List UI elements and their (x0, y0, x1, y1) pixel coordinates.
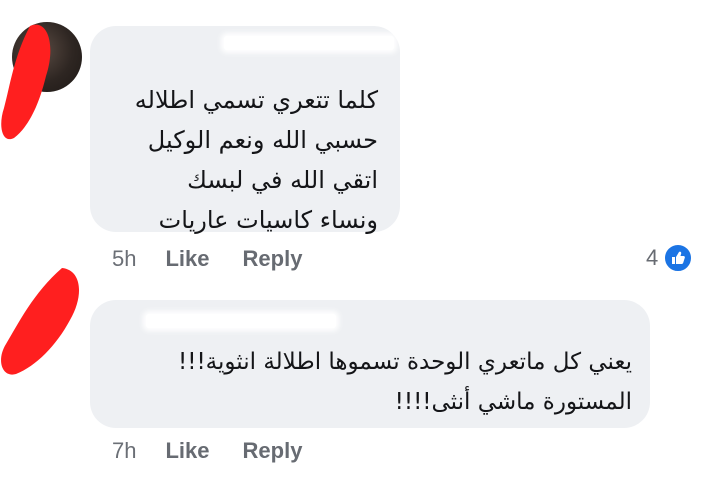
reaction-count: 4 (646, 245, 659, 270)
like-thumb-icon (663, 243, 694, 273)
reaction-summary[interactable]: 4 (646, 243, 694, 273)
redaction-mark (1, 24, 51, 140)
comment-line: يعني كل ماتعري الوحدة تسموها اطلالة انثو… (178, 349, 632, 375)
avatar[interactable] (1, 18, 82, 140)
comment-timestamp[interactable]: 7h (112, 438, 136, 464)
comment-line: حسبي الله ونعم الوكيل (147, 126, 378, 154)
reply-button[interactable]: Reply (243, 438, 303, 464)
reply-button[interactable]: Reply (243, 246, 303, 272)
redaction-mark (1, 268, 80, 375)
like-button[interactable]: Like (165, 438, 209, 464)
comment-bubble: يعني كل ماتعري الوحدة تسموها اطلالة انثو… (90, 300, 650, 428)
comment-line: ونساء كاسيات عاريات (158, 206, 378, 234)
comment-line: المستورة ماشي أنثى!!!! (394, 389, 632, 415)
comment-line: اتقي الله في لبسك (187, 166, 378, 194)
author-redaction (146, 314, 336, 328)
comment-actions: 7h Like Reply (112, 438, 335, 464)
comment-timestamp[interactable]: 5h (112, 246, 136, 272)
comment-body: كلما تتعري تسمي اطلاله حسبي الله ونعم ال… (135, 80, 378, 240)
comment-actions: 5h Like Reply (112, 246, 335, 272)
comment-line: كلما تتعري تسمي اطلاله (134, 86, 378, 114)
comment-body: يعني كل ماتعري الوحدة تسموها اطلالة انثو… (178, 342, 632, 422)
like-button[interactable]: Like (165, 246, 209, 272)
author-redaction (224, 36, 394, 50)
comment-bubble: كلما تتعري تسمي اطلاله حسبي الله ونعم ال… (90, 26, 400, 234)
